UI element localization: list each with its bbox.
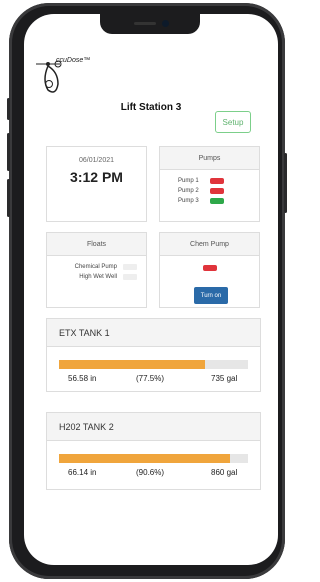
chem-pump-card: Chem Pump Turn on	[159, 232, 260, 308]
tank-1-percent: (77.5%)	[136, 374, 165, 383]
date-text: 06/01/2021	[78, 157, 115, 164]
float-status-indicator	[123, 274, 137, 280]
pump-row-1: Pump 1	[178, 178, 224, 184]
tank-1-level: 56.58 in	[68, 374, 97, 383]
pump-label: Pump 1	[178, 178, 199, 184]
mute-switch	[7, 98, 10, 120]
tank-2-level-fill	[59, 454, 231, 463]
power-button	[284, 153, 287, 213]
pump-2-status-indicator[interactable]	[210, 188, 224, 194]
pump-label: Pump 3	[178, 198, 199, 204]
phone-screen: ccuDose™ Lift Station 3 Setup 06/01/2021…	[24, 14, 278, 565]
chem-pump-status-indicator	[203, 265, 217, 271]
pumps-card-title: Pumps	[160, 147, 259, 170]
tank-2-level-bar	[59, 454, 248, 463]
logo-text: ccuDose™	[56, 57, 91, 64]
pump-row-2: Pump 2	[178, 188, 224, 194]
float-label: Chemical Pump	[74, 264, 117, 270]
datetime-card: 06/01/2021 3:12 PM	[46, 146, 147, 222]
pump-row-3: Pump 3	[178, 198, 224, 204]
time-text: 3:12 PM	[70, 169, 123, 185]
float-status-indicator	[123, 264, 137, 270]
pump-3-status-indicator[interactable]	[210, 198, 224, 204]
float-row-high-wet-well: High Wet Well	[55, 274, 137, 280]
tank-2-volume: 860 gal	[211, 468, 238, 477]
tank-1-volume: 735 gal	[211, 374, 238, 383]
tank-2-title: H202 TANK 2	[47, 413, 260, 441]
tank-2-level: 66.14 in	[68, 468, 97, 477]
pump-label: Pump 2	[178, 188, 199, 194]
floats-card-title: Floats	[47, 233, 146, 256]
chem-pump-card-title: Chem Pump	[160, 233, 259, 256]
speaker-grille	[134, 22, 156, 25]
volume-down-button	[7, 179, 10, 217]
camera-icon	[162, 20, 169, 27]
tank-card-2: H202 TANK 2 66.14 in (90.6%) 860 gal	[46, 412, 261, 490]
pumps-card: Pumps Pump 1 Pump 2 Pump 3	[159, 146, 260, 222]
float-row-chemical-pump: Chemical Pump	[55, 264, 137, 270]
tank-2-percent: (90.6%)	[136, 468, 165, 477]
notch	[100, 14, 200, 34]
volume-up-button	[7, 133, 10, 171]
tank-1-level-bar	[59, 360, 248, 369]
tank-1-level-fill	[59, 360, 206, 369]
pump-1-status-indicator[interactable]	[210, 178, 224, 184]
setup-button[interactable]: Setup	[215, 111, 251, 133]
tank-1-title: ETX TANK 1	[47, 319, 260, 347]
tank-card-1: ETX TANK 1 56.58 in (77.5%) 735 gal	[46, 318, 261, 392]
turn-on-button[interactable]: Turn on	[194, 287, 228, 304]
float-label: High Wet Well	[79, 274, 117, 280]
floats-card: Floats Chemical Pump High Wet Well	[46, 232, 147, 308]
